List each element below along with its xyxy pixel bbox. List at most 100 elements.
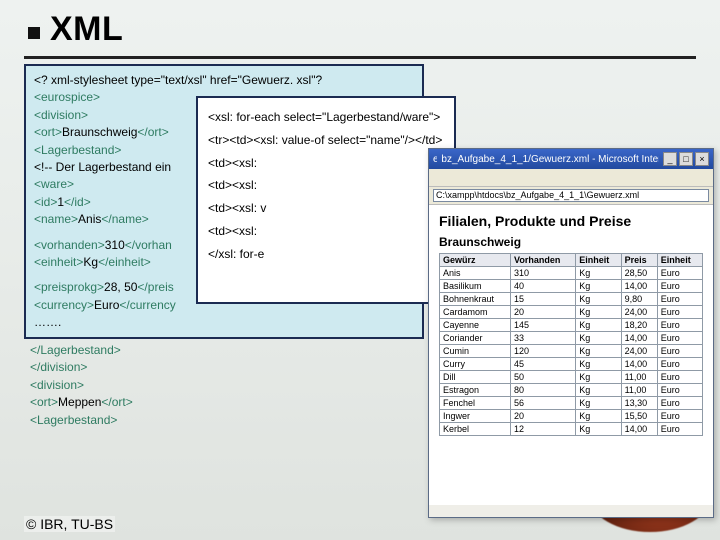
table-cell: Cumin	[440, 345, 511, 358]
table-cell: 15,50	[621, 410, 657, 423]
table-cell: Euro	[657, 319, 702, 332]
table-cell: 20	[511, 410, 576, 423]
table-cell: Kg	[576, 267, 621, 280]
table-cell: Cayenne	[440, 319, 511, 332]
table-cell: Kerbel	[440, 423, 511, 436]
xml-tag: <ware>	[34, 177, 74, 191]
table-cell: 50	[511, 371, 576, 384]
xml-line: <? xml-stylesheet type="text/xsl" href="…	[34, 73, 322, 87]
table-row: Cayenne145Kg18,20Euro	[440, 319, 703, 332]
table-cell: 9,80	[621, 293, 657, 306]
xml-tag: <id>	[34, 195, 57, 209]
browser-body: Filialen, Produkte und Preise Braunschwe…	[429, 205, 713, 505]
table-cell: Kg	[576, 397, 621, 410]
table-cell: 14,00	[621, 280, 657, 293]
table-cell: Dill	[440, 371, 511, 384]
header-rule	[24, 56, 696, 59]
maximize-button[interactable]: □	[679, 152, 693, 166]
xml-rest-lines: </Lagerbestand> </division> <division> <…	[30, 306, 133, 429]
xml-tag: <vorhanden>	[34, 238, 105, 252]
browser-address-bar: C:\xampp\htdocs\bz_Aufgabe_4_1_1\Gewuerz…	[429, 187, 713, 205]
table-cell: Fenchel	[440, 397, 511, 410]
xml-tag: </ort>	[101, 395, 132, 409]
xml-text: 310	[105, 238, 125, 252]
xsl-line: <td><xsl:	[208, 220, 444, 243]
table-cell: Euro	[657, 397, 702, 410]
table-cell: Kg	[576, 384, 621, 397]
browser-window: e bz_Aufgabe_4_1_1/Gewuerz.xml - Microso…	[428, 148, 714, 518]
table-cell: 14,00	[621, 332, 657, 345]
table-header: Vorhanden	[511, 254, 576, 267]
table-cell: 56	[511, 397, 576, 410]
table-row: Kerbel12Kg14,00Euro	[440, 423, 703, 436]
browser-menu-bar[interactable]	[429, 169, 713, 187]
table-cell: Kg	[576, 358, 621, 371]
table-row: Cardamom20Kg24,00Euro	[440, 306, 703, 319]
table-cell: Euro	[657, 358, 702, 371]
table-cell: Euro	[657, 306, 702, 319]
table-cell: 120	[511, 345, 576, 358]
table-cell: 18,20	[621, 319, 657, 332]
table-cell: Kg	[576, 293, 621, 306]
price-table: GewürzVorhandenEinheitPreisEinheit Anis3…	[439, 253, 703, 436]
address-input[interactable]: C:\xampp\htdocs\bz_Aufgabe_4_1_1\Gewuerz…	[433, 189, 709, 202]
slide-footer: © IBR, TU-BS	[24, 516, 115, 532]
table-cell: Euro	[657, 371, 702, 384]
xml-tag: </division>	[30, 360, 87, 374]
table-row: Estragon80Kg11,00Euro	[440, 384, 703, 397]
xml-tag: </einheit>	[98, 255, 151, 269]
table-cell: 145	[511, 319, 576, 332]
xsl-line: <tr><td><xsl: value-of select="name"/></…	[208, 129, 444, 152]
table-cell: 24,00	[621, 345, 657, 358]
xml-tag: <preisprokg>	[34, 280, 104, 294]
table-header: Einheit	[657, 254, 702, 267]
table-cell: Bohnenkraut	[440, 293, 511, 306]
xsl-line: <td><xsl:	[208, 174, 444, 197]
xml-tag: <ort>	[34, 125, 62, 139]
table-cell: 11,00	[621, 384, 657, 397]
xml-tag: <ort>	[30, 395, 58, 409]
table-cell: Euro	[657, 293, 702, 306]
table-cell: Kg	[576, 423, 621, 436]
table-cell: Kg	[576, 371, 621, 384]
table-cell: Kg	[576, 410, 621, 423]
xml-text: Meppen	[58, 395, 101, 409]
table-header: Preis	[621, 254, 657, 267]
table-cell: Kg	[576, 306, 621, 319]
table-row: Curry45Kg14,00Euro	[440, 358, 703, 371]
table-cell: Kg	[576, 319, 621, 332]
table-cell: Euro	[657, 332, 702, 345]
xml-tag: </id>	[64, 195, 91, 209]
table-row: Bohnenkraut15Kg9,80Euro	[440, 293, 703, 306]
table-row: Ingwer20Kg15,50Euro	[440, 410, 703, 423]
xml-text: Anis	[78, 212, 101, 226]
table-cell: Kg	[576, 332, 621, 345]
page-title: XML	[50, 10, 123, 49]
close-button[interactable]: ×	[695, 152, 709, 166]
table-cell: 13,30	[621, 397, 657, 410]
xml-tag: <Lagerbestand>	[30, 413, 117, 427]
xml-tag: </ort>	[137, 125, 168, 139]
xml-tag: <division>	[34, 108, 88, 122]
xml-tag: </preis	[137, 280, 173, 294]
table-cell: 15	[511, 293, 576, 306]
table-cell: Euro	[657, 384, 702, 397]
xsl-line: </xsl: for-e	[208, 243, 444, 266]
page-heading: Filialen, Produkte und Preise	[439, 213, 703, 229]
table-row: Coriander33Kg14,00Euro	[440, 332, 703, 345]
table-row: Dill50Kg11,00Euro	[440, 371, 703, 384]
table-cell: Euro	[657, 280, 702, 293]
table-cell: 20	[511, 306, 576, 319]
table-cell: Kg	[576, 345, 621, 358]
table-cell: Euro	[657, 410, 702, 423]
xml-tag: <Lagerbestand>	[34, 143, 121, 157]
table-row: Fenchel56Kg13,30Euro	[440, 397, 703, 410]
table-cell: Anis	[440, 267, 511, 280]
table-cell: 80	[511, 384, 576, 397]
table-cell: Basilikum	[440, 280, 511, 293]
browser-titlebar[interactable]: e bz_Aufgabe_4_1_1/Gewuerz.xml - Microso…	[429, 149, 713, 169]
xsl-line: <xsl: for-each select="Lagerbestand/ware…	[208, 106, 444, 129]
table-cell: Curry	[440, 358, 511, 371]
minimize-button[interactable]: _	[663, 152, 677, 166]
xml-text: Braunschweig	[62, 125, 137, 139]
